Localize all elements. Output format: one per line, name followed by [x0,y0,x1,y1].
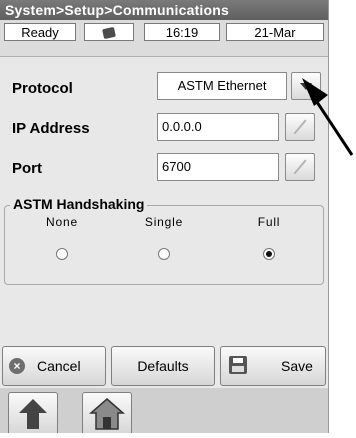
callout-arrow [302,78,354,156]
